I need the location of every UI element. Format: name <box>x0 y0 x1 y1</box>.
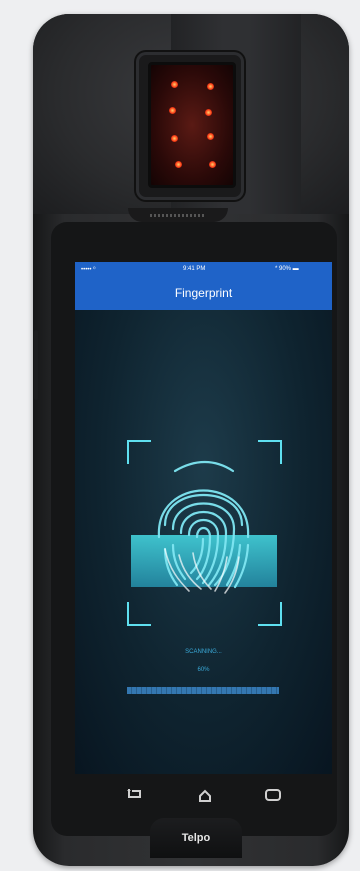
scanner-led <box>207 83 214 90</box>
fingerprint-icon <box>157 461 250 594</box>
side-key <box>34 330 38 400</box>
status-bar: ••••• ⁰ 9:41 PM * 90% ▬ <box>75 262 332 276</box>
status-time: 9:41 PM <box>183 266 206 272</box>
scan-frame-corner-bottom-left <box>127 602 151 626</box>
signal-indicator: ••••• ⁰ <box>81 267 96 273</box>
scanner-led <box>209 161 216 168</box>
scanner-led <box>171 81 178 88</box>
brand-logo: Telpo <box>181 832 211 844</box>
scan-percent-text: 60% <box>197 667 210 673</box>
back-icon[interactable] <box>126 788 144 807</box>
recents-icon[interactable] <box>264 788 282 807</box>
earpiece-grille <box>150 214 206 217</box>
scanner-led <box>205 109 212 116</box>
scanner-led <box>175 161 182 168</box>
phone-screen: ••••• ⁰ 9:41 PM * 90% ▬ Fingerprint SCAN… <box>75 262 332 774</box>
fingerprint-scanner-window <box>148 62 236 188</box>
scanner-led <box>171 135 178 142</box>
battery-indicator: * 90% ▬ <box>275 266 299 272</box>
android-nav-bar <box>56 778 332 818</box>
scanner-led <box>207 133 214 140</box>
scanner-led <box>169 107 176 114</box>
scan-status-text: SCANNING... <box>185 649 222 655</box>
page-title: Fingerprint <box>75 276 332 310</box>
device-chin: Telpo <box>150 818 242 858</box>
home-icon[interactable] <box>197 788 213 809</box>
scan-frame-corner-bottom-right <box>258 602 282 626</box>
scan-progress-bar <box>127 687 279 694</box>
